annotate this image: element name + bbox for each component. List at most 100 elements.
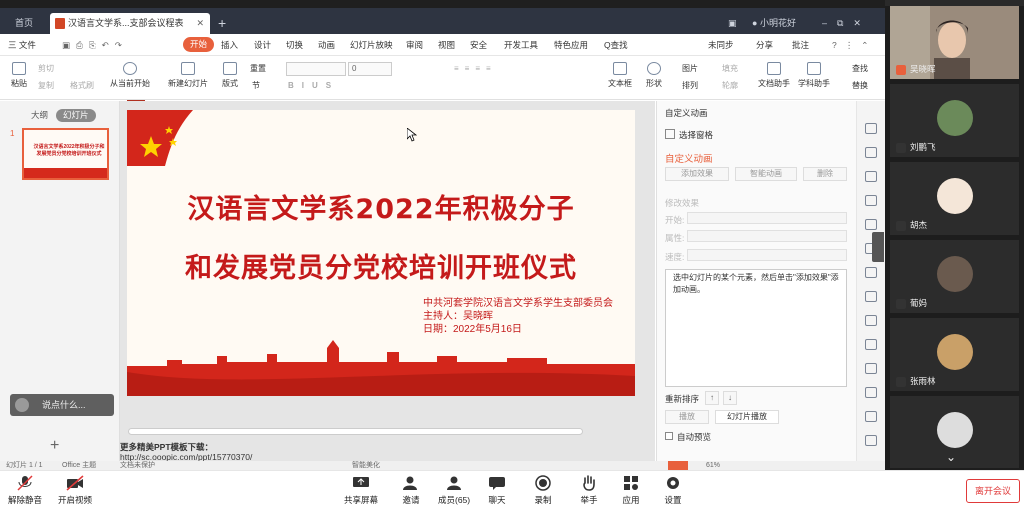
format-painter-button[interactable]: 格式刷 bbox=[70, 80, 94, 91]
participant-video-4[interactable]: 张雨林 bbox=[890, 318, 1019, 391]
font-name-select[interactable] bbox=[286, 62, 346, 76]
participant-video-5[interactable]: ⌄ bbox=[890, 396, 1019, 468]
share-screen-button[interactable]: 共享屏幕 bbox=[344, 475, 378, 506]
mute-button[interactable]: 解除静音 bbox=[8, 475, 42, 506]
font-size-select[interactable]: 0 bbox=[348, 62, 392, 76]
doc-status[interactable]: 文档未保护 bbox=[120, 461, 155, 470]
menu-review[interactable]: 审阅 bbox=[406, 34, 423, 56]
shape-icon[interactable] bbox=[865, 219, 877, 230]
arrange-button[interactable]: 排列 bbox=[682, 80, 698, 91]
font-style-icons[interactable]: BIUS bbox=[288, 81, 339, 90]
menu-insert[interactable]: 插入 bbox=[221, 34, 238, 56]
move-up-icon[interactable]: ↑ bbox=[705, 391, 719, 405]
play-button[interactable]: 播放 bbox=[665, 410, 709, 424]
delete-button[interactable]: 删除 bbox=[803, 167, 847, 181]
chevron-down-icon[interactable]: ⌄ bbox=[946, 450, 956, 464]
tab-slides[interactable]: 幻灯片 bbox=[56, 109, 96, 122]
fill-button[interactable]: 填充 bbox=[722, 63, 738, 74]
sidebar-collapse-handle[interactable] bbox=[872, 232, 884, 262]
outline-button[interactable]: 轮廓 bbox=[722, 80, 738, 91]
slideshow-play-icon[interactable] bbox=[668, 461, 688, 470]
slide-thumbnail[interactable]: 汉语言文学系2022年积极分子和发展党员分党校培训开班仪式 bbox=[22, 128, 109, 180]
document-tab[interactable]: 汉语言文学系...支部会议程表 ✕ bbox=[50, 13, 210, 34]
archive-icon[interactable] bbox=[865, 363, 877, 374]
menu-security[interactable]: 安全 bbox=[470, 34, 487, 56]
leave-meeting-button[interactable]: 离开会议 bbox=[966, 479, 1020, 503]
layout-button[interactable]: 版式 bbox=[218, 62, 242, 89]
find-button[interactable]: 查找 bbox=[852, 63, 868, 74]
record-button[interactable]: 录制 bbox=[534, 475, 552, 506]
download-icon[interactable] bbox=[865, 411, 877, 422]
copy-button[interactable]: 复制 bbox=[38, 80, 54, 91]
menu-view[interactable]: 视图 bbox=[438, 34, 455, 56]
add-slide-button[interactable]: + bbox=[50, 437, 59, 455]
move-down-icon[interactable]: ↓ bbox=[723, 391, 737, 405]
table-icon[interactable] bbox=[865, 267, 877, 278]
section-button[interactable]: 节 bbox=[252, 80, 260, 91]
menu-features[interactable]: 特色应用 bbox=[554, 34, 588, 56]
image-icon[interactable] bbox=[865, 291, 877, 302]
participant-video-2[interactable]: 胡杰 bbox=[890, 162, 1019, 235]
learn-assistant-button[interactable]: 学科助手 bbox=[796, 62, 832, 89]
menu-slideshow[interactable]: 幻灯片放映 bbox=[350, 34, 393, 56]
menu-search[interactable]: Q查找 bbox=[604, 34, 628, 56]
doc-assistant-button[interactable]: 文档助手 bbox=[756, 62, 792, 89]
file-menu[interactable]: 三 文件 bbox=[8, 34, 36, 56]
shape-button[interactable]: 形状 bbox=[642, 62, 666, 89]
copy-icon[interactable] bbox=[865, 147, 877, 158]
participant-video-3[interactable]: 葡妈 bbox=[890, 240, 1019, 313]
settings-button[interactable]: 设置 bbox=[664, 475, 682, 506]
autopreview-checkbox[interactable]: 自动预览 bbox=[665, 431, 711, 443]
menu-developer[interactable]: 开发工具 bbox=[504, 34, 538, 56]
cut-button[interactable]: 剪切 bbox=[38, 63, 54, 74]
user-avatar[interactable]: ● 小明花好 bbox=[752, 13, 796, 34]
play-from-current-button[interactable]: 从当前开始 bbox=[108, 62, 152, 89]
select-pane-link[interactable]: 选择窗格 bbox=[665, 129, 713, 141]
sync-status[interactable]: 未同步 bbox=[708, 34, 734, 56]
add-effect-button[interactable]: 添加效果 bbox=[665, 167, 729, 181]
raise-hand-button[interactable]: 举手 bbox=[580, 475, 598, 506]
grid-icon[interactable] bbox=[865, 195, 877, 206]
slideshow-button[interactable]: 幻灯片播放 bbox=[715, 410, 779, 424]
export-icon[interactable] bbox=[865, 315, 877, 326]
smart-animation-button[interactable]: 智能动画 bbox=[735, 167, 797, 181]
textbox-button[interactable]: 文本框 bbox=[606, 62, 634, 89]
window-controls[interactable]: –⧉✕ bbox=[822, 13, 871, 34]
audio-icon[interactable] bbox=[865, 387, 877, 398]
close-tab-icon[interactable]: ✕ bbox=[196, 13, 204, 34]
new-slide-button[interactable]: 新建幻灯片 bbox=[166, 62, 210, 89]
paragraph-icons[interactable]: ≡≡≡≡ bbox=[454, 64, 497, 73]
history-icon[interactable] bbox=[865, 435, 877, 446]
beautify-button[interactable]: 智能美化 bbox=[352, 461, 380, 470]
reset-button[interactable]: 重置 bbox=[250, 63, 266, 74]
start-select[interactable] bbox=[687, 212, 847, 224]
comment-input[interactable]: 说点什么... bbox=[10, 394, 114, 416]
menu-start[interactable]: 开始 bbox=[183, 37, 215, 52]
chat-button[interactable]: 聊天 bbox=[488, 475, 506, 506]
home-tab[interactable]: 首页 bbox=[0, 13, 48, 34]
quick-access-icons[interactable]: ▣⎙⎘↶↷ bbox=[62, 34, 128, 56]
tab-outline[interactable]: 大纲 bbox=[24, 109, 55, 122]
share-button[interactable]: 分享 bbox=[756, 34, 773, 56]
help-icons[interactable]: ?⋮⌃ bbox=[832, 34, 876, 56]
zoom-level[interactable]: 61% bbox=[706, 461, 720, 470]
speed-select[interactable] bbox=[687, 249, 847, 261]
new-tab-button[interactable]: + bbox=[218, 13, 226, 34]
participant-video-0[interactable]: 吴晓晖 bbox=[890, 6, 1019, 79]
window-count-icon[interactable]: ▣ bbox=[728, 13, 737, 34]
participant-video-1[interactable]: 刘鹏飞 bbox=[890, 84, 1019, 157]
invite-button[interactable]: 邀请 bbox=[402, 475, 420, 506]
property-select[interactable] bbox=[687, 230, 847, 242]
picture-button[interactable]: 图片 bbox=[682, 63, 698, 74]
apps-button[interactable]: 应用 bbox=[622, 475, 640, 506]
menu-animation[interactable]: 动画 bbox=[318, 34, 335, 56]
paste-button[interactable]: 粘贴 bbox=[6, 62, 32, 89]
animation-icon[interactable] bbox=[865, 123, 877, 134]
members-button[interactable]: 成员(65) bbox=[438, 475, 470, 506]
slide[interactable]: 汉语言文学系2022年积极分子 和发展党员分党校培训开班仪式 中共河套学院汉语言… bbox=[127, 110, 635, 396]
layout-icon[interactable] bbox=[865, 171, 877, 182]
menu-design[interactable]: 设计 bbox=[254, 34, 271, 56]
horizontal-scrollbar[interactable] bbox=[128, 428, 583, 435]
animation-list[interactable]: 选中幻灯片的某个元素，然后单击"添加效果"添加动画。 bbox=[665, 269, 847, 387]
menu-transition[interactable]: 切换 bbox=[286, 34, 303, 56]
